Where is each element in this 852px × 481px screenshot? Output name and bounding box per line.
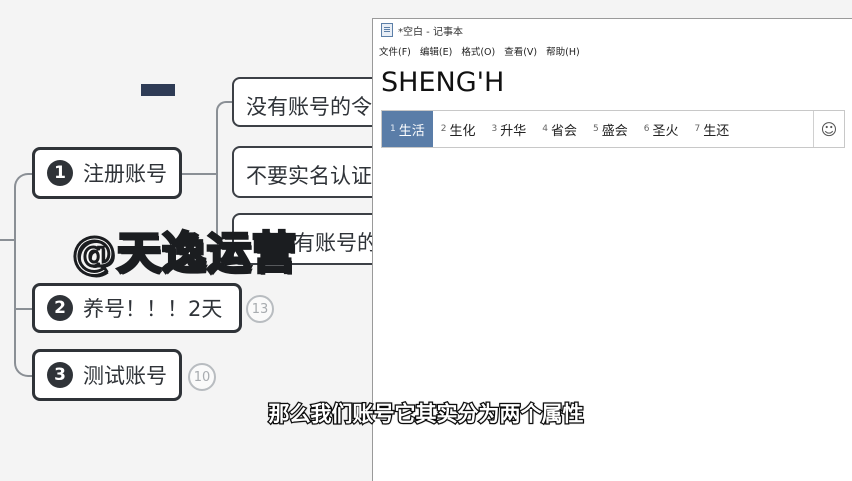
candidate-text: 生化 [449, 123, 476, 139]
number-badge: 2 [47, 295, 73, 321]
ime-candidate[interactable]: 1 生活 [382, 111, 433, 147]
composition-underline [141, 84, 175, 96]
candidate-text: 升华 [500, 123, 527, 139]
node-label: 测试账号 [83, 364, 167, 388]
candidate-index: 4 [542, 124, 548, 134]
notepad-icon [381, 23, 393, 37]
ime-candidate[interactable]: 6 圣火 [636, 111, 687, 147]
root-connector [0, 239, 14, 241]
branch-connector-2 [14, 308, 34, 310]
child-count-badge[interactable]: 13 [246, 295, 274, 323]
candidate-text: 圣火 [652, 123, 679, 139]
candidate-text: 省会 [550, 123, 577, 139]
mindmap-node-test-account[interactable]: 3 测试账号 [32, 349, 182, 401]
number-badge: 1 [47, 160, 73, 186]
candidate-index: 5 [593, 124, 599, 134]
mindmap-child-no-account[interactable]: 没有账号的令 [232, 77, 382, 127]
node1-out-connector [180, 173, 216, 175]
menu-edit[interactable]: 编辑(E) [420, 44, 452, 58]
child-label: 没有账号的令 [246, 95, 372, 119]
menu-bar: 文件(F) 编辑(E) 格式(O) 查看(V) 帮助(H) [373, 41, 852, 61]
candidate-text: 生还 [703, 123, 730, 139]
ime-candidate[interactable]: 7 生还 [687, 111, 738, 147]
mindmap-node-nurture-account[interactable]: 2 养号！！！2天 [32, 283, 242, 333]
smiley-icon[interactable]: ☺ [814, 120, 844, 139]
candidate-index: 3 [491, 124, 498, 134]
menu-help[interactable]: 帮助(H) [546, 44, 580, 58]
watermark: @天逸运营 [71, 227, 298, 281]
ime-candidate[interactable]: 5 盛会 [585, 111, 636, 147]
window-title: *空白 - 记事本 [398, 26, 463, 38]
candidate-index: 2 [440, 124, 447, 134]
video-subtitle: 那么我们账号它其实分为两个属性 [267, 401, 585, 428]
number-badge: 3 [47, 362, 73, 388]
candidate-index: 6 [643, 124, 650, 134]
candidate-text: 生活 [398, 123, 425, 139]
node-label: 养号！！！2天 [83, 297, 223, 321]
mindmap-child-no-real-name[interactable]: 不要实名认证 [232, 146, 382, 198]
title-bar[interactable]: *空白 - 记事本 [373, 19, 852, 41]
menu-file[interactable]: 文件(F) [379, 44, 411, 58]
child-label: 有账号的 [294, 231, 378, 255]
ime-candidate[interactable]: 4 省会 [534, 111, 585, 147]
text-editor-content[interactable]: SHENG'H [381, 67, 504, 98]
node-label: 注册账号 [83, 162, 167, 186]
child-label: 不要实名认证 [246, 164, 372, 188]
candidate-index: 1 [390, 124, 396, 134]
ime-candidate[interactable]: 2 生化 [433, 111, 484, 147]
menu-view[interactable]: 查看(V) [504, 44, 537, 58]
candidate-index: 7 [694, 124, 701, 134]
mindmap-node-register-account[interactable]: 1 注册账号 [32, 147, 182, 199]
candidate-text: 盛会 [601, 123, 628, 139]
ime-candidate-bar: 1 生活 2 生化 3 升华 4 省会 5 盛会 6 圣火 7 生还 ☺ [381, 110, 845, 148]
child-count-badge[interactable]: 10 [188, 363, 216, 391]
ime-candidate[interactable]: 3 升华 [484, 111, 535, 147]
menu-format[interactable]: 格式(O) [461, 44, 495, 58]
trunk-connector [14, 173, 34, 377]
